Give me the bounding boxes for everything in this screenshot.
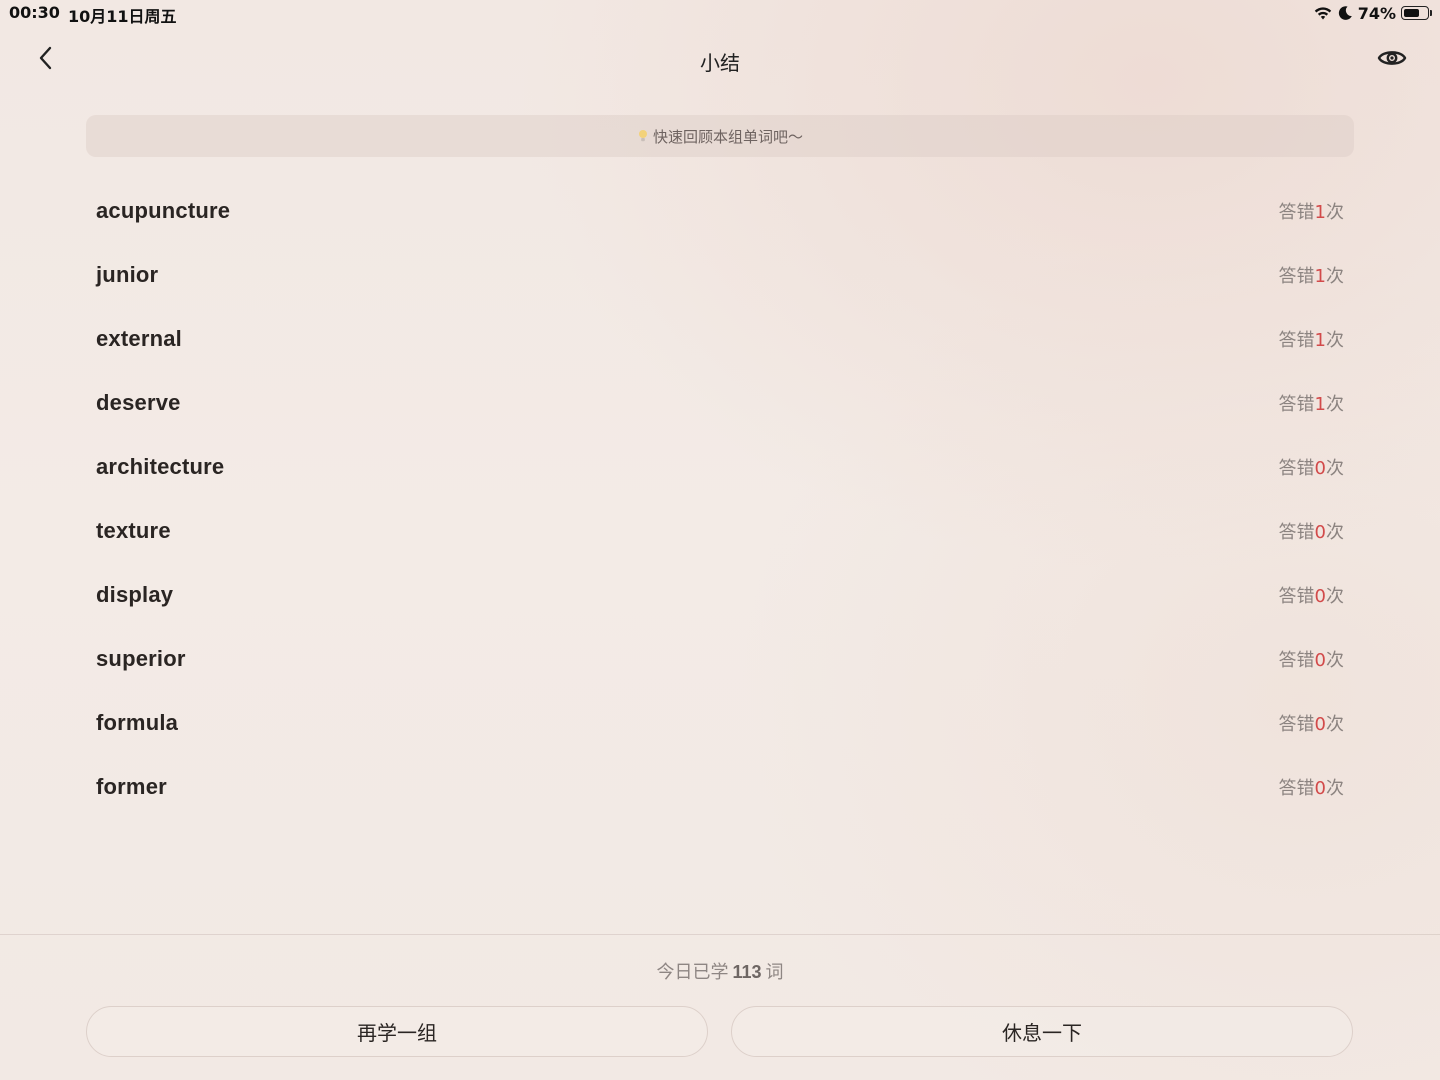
- word-text: architecture: [96, 454, 225, 479]
- wrong-count-number: 0: [1314, 714, 1326, 735]
- page-title: 小结: [700, 51, 740, 75]
- wrong-count-prefix: 答错: [1278, 650, 1315, 671]
- wrong-count-suffix: 次: [1326, 458, 1344, 479]
- battery-fill: [1404, 9, 1420, 17]
- toggle-visibility-button[interactable]: [1374, 44, 1410, 76]
- word-text: display: [96, 582, 174, 607]
- wrong-count-prefix: 答错: [1278, 266, 1315, 287]
- wrong-count-suffix: 次: [1326, 522, 1344, 543]
- wrong-count: 答错0次: [1279, 582, 1344, 608]
- word-text: junior: [96, 262, 159, 287]
- wrong-count: 答错0次: [1279, 454, 1344, 480]
- wrong-count-suffix: 次: [1326, 266, 1344, 287]
- wrong-count-number: 0: [1314, 650, 1326, 671]
- status-date: 10月11日周五: [68, 7, 177, 26]
- word-text: acupuncture: [96, 198, 231, 223]
- back-button[interactable]: [30, 44, 62, 76]
- wrong-count-suffix: 次: [1326, 202, 1344, 223]
- word-row[interactable]: acupuncture 答错1次: [86, 179, 1354, 243]
- wrong-count: 答错1次: [1279, 198, 1344, 224]
- wrong-count-suffix: 次: [1326, 586, 1344, 607]
- wrong-count-number: 1: [1314, 266, 1326, 287]
- wrong-count-prefix: 答错: [1278, 458, 1315, 479]
- wrong-count: 答错1次: [1279, 326, 1344, 352]
- word-row[interactable]: texture 答错0次: [86, 499, 1354, 563]
- wrong-count-number: 1: [1314, 330, 1326, 351]
- word-text: external: [96, 326, 182, 351]
- word-row[interactable]: architecture 答错0次: [86, 435, 1354, 499]
- wrong-count: 答错1次: [1279, 390, 1344, 416]
- word-text: texture: [96, 518, 171, 543]
- wrong-count-suffix: 次: [1326, 714, 1344, 735]
- divider: [0, 934, 1440, 935]
- wrong-count-prefix: 答错: [1278, 394, 1315, 415]
- wrong-count-number: 1: [1314, 394, 1326, 415]
- word-row[interactable]: display 答错0次: [86, 563, 1354, 627]
- word-row[interactable]: former 答错0次: [86, 755, 1354, 819]
- wrong-count-suffix: 次: [1326, 330, 1344, 351]
- wrong-count: 答错0次: [1279, 518, 1344, 544]
- battery-cap: [1430, 10, 1432, 16]
- tip-banner: 快速回顾本组单词吧～: [86, 115, 1354, 157]
- study-another-group-button[interactable]: 再学一组: [86, 1006, 708, 1057]
- wrong-count-suffix: 次: [1326, 394, 1344, 415]
- wrong-count: 答错0次: [1279, 646, 1344, 672]
- moon-icon: [1338, 5, 1353, 21]
- wrong-count-number: 0: [1314, 522, 1326, 543]
- status-time: 00:30: [9, 3, 60, 22]
- wrong-count: 答错1次: [1279, 262, 1344, 288]
- wrong-count-prefix: 答错: [1278, 330, 1315, 351]
- battery-icon: [1401, 6, 1432, 20]
- status-bar: 00:30 10月11日周五 74%: [0, 0, 1440, 26]
- wrong-count-prefix: 答错: [1278, 202, 1315, 223]
- wrong-count-suffix: 次: [1326, 650, 1344, 671]
- wrong-count-prefix: 答错: [1278, 522, 1315, 543]
- eye-icon: [1377, 47, 1407, 73]
- word-row[interactable]: deserve 答错1次: [86, 371, 1354, 435]
- word-list: acupuncture 答错1次 junior 答错1次 external 答错1次 des…: [86, 179, 1354, 819]
- wrong-count-prefix: 答错: [1278, 778, 1315, 799]
- lightbulb-icon: [637, 128, 649, 144]
- daily-summary-suffix: 词: [765, 962, 784, 983]
- word-text: deserve: [96, 390, 181, 415]
- battery-body: [1401, 6, 1429, 20]
- word-row[interactable]: superior 答错0次: [86, 627, 1354, 691]
- wrong-count-prefix: 答错: [1278, 714, 1315, 735]
- word-text: former: [96, 774, 167, 799]
- wrong-count: 答错0次: [1279, 774, 1344, 800]
- word-row[interactable]: formula 答错0次: [86, 691, 1354, 755]
- wrong-count-number: 0: [1314, 586, 1326, 607]
- battery-percent: 74%: [1357, 3, 1396, 23]
- word-row[interactable]: external 答错1次: [86, 307, 1354, 371]
- word-row[interactable]: junior 答错1次: [86, 243, 1354, 307]
- wrong-count-prefix: 答错: [1278, 586, 1315, 607]
- tip-text: 快速回顾本组单词吧～: [652, 127, 803, 146]
- daily-summary-prefix: 今日已学: [656, 962, 729, 983]
- status-indicators: 74%: [1313, 3, 1432, 23]
- wrong-count-number: 0: [1314, 778, 1326, 799]
- wrong-count-suffix: 次: [1326, 778, 1344, 799]
- wrong-count: 答错0次: [1279, 710, 1344, 736]
- word-text: superior: [96, 646, 186, 671]
- take-a-break-button[interactable]: 休息一下: [731, 1006, 1353, 1057]
- wrong-count-number: 0: [1314, 458, 1326, 479]
- chevron-left-icon: [37, 45, 55, 75]
- daily-word-count: 113: [732, 962, 762, 982]
- daily-summary: 今日已学 113 词: [0, 958, 1440, 984]
- word-text: formula: [96, 710, 179, 735]
- wrong-count-number: 1: [1314, 202, 1326, 223]
- wifi-icon: [1313, 5, 1333, 21]
